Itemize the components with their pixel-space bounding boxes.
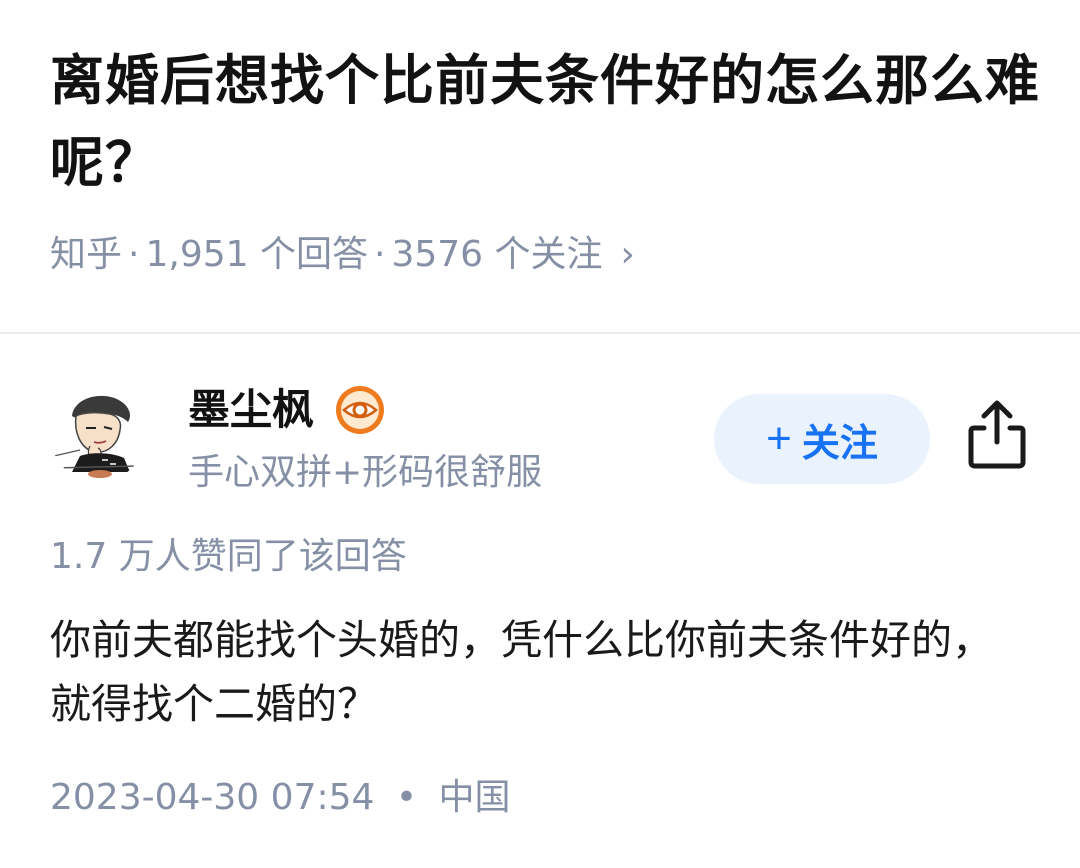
question-meta[interactable]: 知乎 · 1,951 个回答 · 3576 个关注 › <box>50 228 635 282</box>
cartoon-avatar-icon <box>50 386 146 482</box>
answer-meta: 2023-04-30 07:54 • 中国 <box>50 772 511 824</box>
follow-button-label: 关注 <box>801 422 878 465</box>
follow-button[interactable]: + 关注 <box>714 394 930 484</box>
question-header: 离婚后想找个比前夫条件好的怎么那么难呢？ 知乎 · 1,951 个回答 · 35… <box>0 0 1080 332</box>
answers-count: 1,951 个回答 <box>145 234 368 275</box>
share-icon[interactable] <box>966 398 1028 470</box>
author-bio: 手心双拼+形码很舒服 <box>188 452 543 493</box>
meta-separator: · <box>128 234 140 275</box>
vote-count: 1.7 万人赞同了该回答 <box>50 536 407 577</box>
answer-card: 墨尘枫 手心双拼+形码很舒服 + 关注 1.7 万人赞同了该回答 你前夫都能找个… <box>0 334 1080 868</box>
chevron-right-icon: › <box>620 234 635 275</box>
eye-badge-icon[interactable] <box>334 384 386 436</box>
avatar[interactable] <box>50 386 146 482</box>
meta-dot: • <box>395 777 418 818</box>
author-name[interactable]: 墨尘枫 <box>188 382 314 438</box>
followers-count: 3576 个关注 <box>391 234 603 275</box>
answer-location: 中国 <box>438 777 511 818</box>
plus-icon: + <box>766 414 792 463</box>
source-label: 知乎 <box>50 234 123 275</box>
meta-separator: · <box>373 234 386 275</box>
answer-content[interactable]: 你前夫都能找个头婚的，凭什么比你前夫条件好的，就得找个二婚的？ <box>50 608 1030 736</box>
answer-date: 2023-04-30 07:54 <box>50 777 375 818</box>
question-title[interactable]: 离婚后想找个比前夫条件好的怎么那么难呢？ <box>50 40 1040 204</box>
